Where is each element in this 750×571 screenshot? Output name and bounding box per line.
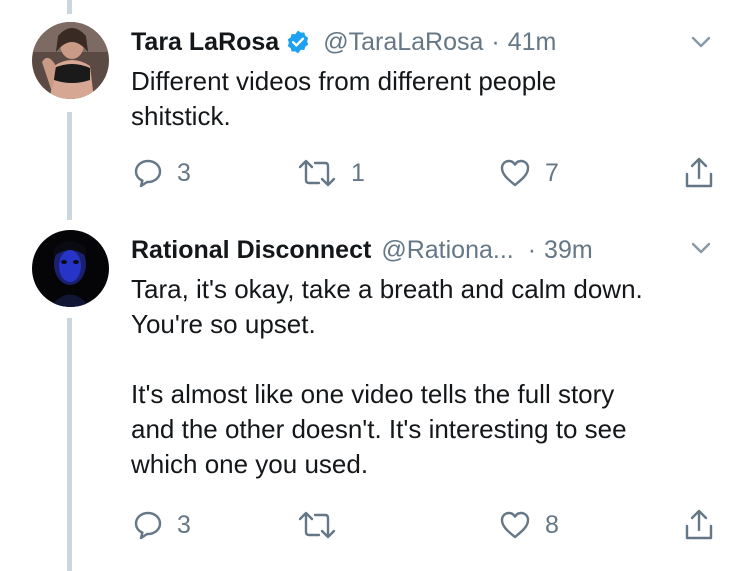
reply-count: 3 <box>177 510 191 539</box>
tweet-header: Rational Disconnect @Rationa... · 39m <box>131 233 593 267</box>
chevron-down-icon[interactable] <box>688 235 714 261</box>
retweet-icon <box>297 158 337 188</box>
author-handle[interactable]: @TaraLaRosa <box>323 28 483 57</box>
tweet-rational-disconnect[interactable]: Rational Disconnect @Rationa... · 39m Ta… <box>0 210 750 571</box>
heart-icon <box>499 510 531 540</box>
tweet-text-line: It's almost like one video tells the ful… <box>131 379 615 409</box>
tweet-text: Different videos from different people s… <box>131 64 711 134</box>
like-button[interactable]: 7 <box>499 155 559 191</box>
retweet-count: 1 <box>351 158 365 187</box>
retweet-button[interactable] <box>297 507 351 543</box>
reply-button[interactable]: 3 <box>133 507 191 543</box>
author-name[interactable]: Tara LaRosa <box>131 28 279 57</box>
tweet-actions: 3 8 <box>131 507 721 543</box>
verified-badge-icon <box>285 29 311 55</box>
separator-dot: · <box>527 235 537 264</box>
avatar[interactable] <box>32 22 109 99</box>
like-count: 8 <box>545 510 559 539</box>
tweet-text-line: You're so upset. <box>131 309 316 339</box>
share-icon <box>683 156 715 190</box>
timestamp[interactable]: 39m <box>544 236 593 265</box>
heart-icon <box>499 158 531 188</box>
tweet-text-line: shitstick. <box>131 101 231 131</box>
tweet-tara-larosa[interactable]: Tara LaRosa @TaraLaRosa · 41m Different … <box>0 0 750 210</box>
chevron-down-icon[interactable] <box>688 29 714 55</box>
retweet-button[interactable]: 1 <box>297 155 365 191</box>
share-icon <box>683 508 715 542</box>
avatar[interactable] <box>32 230 109 307</box>
reply-icon <box>133 158 163 188</box>
author-handle[interactable]: @Rationa... <box>381 236 513 265</box>
like-count: 7 <box>545 158 559 187</box>
tweet-text-line: and the other doesn't. It's interesting … <box>131 414 627 444</box>
tweet-header: Tara LaRosa @TaraLaRosa · 41m <box>131 25 556 59</box>
tweet-text-line: Different videos from different people <box>131 66 557 96</box>
like-button[interactable]: 8 <box>499 507 559 543</box>
author-name[interactable]: Rational Disconnect <box>131 236 371 265</box>
separator-dot: · <box>491 27 500 56</box>
tweet-text-line: which one you used. <box>131 449 369 479</box>
share-button[interactable] <box>683 155 715 191</box>
reply-button[interactable]: 3 <box>133 155 191 191</box>
timestamp[interactable]: 41m <box>508 28 557 57</box>
share-button[interactable] <box>683 507 715 543</box>
tweet-actions: 3 1 7 <box>131 155 721 191</box>
reply-icon <box>133 510 163 540</box>
retweet-icon <box>297 510 337 540</box>
reply-count: 3 <box>177 158 191 187</box>
tweet-text-line: Tara, it's okay, take a breath and calm … <box>131 274 643 304</box>
tweet-text: Tara, it's okay, take a breath and calm … <box>131 272 711 482</box>
